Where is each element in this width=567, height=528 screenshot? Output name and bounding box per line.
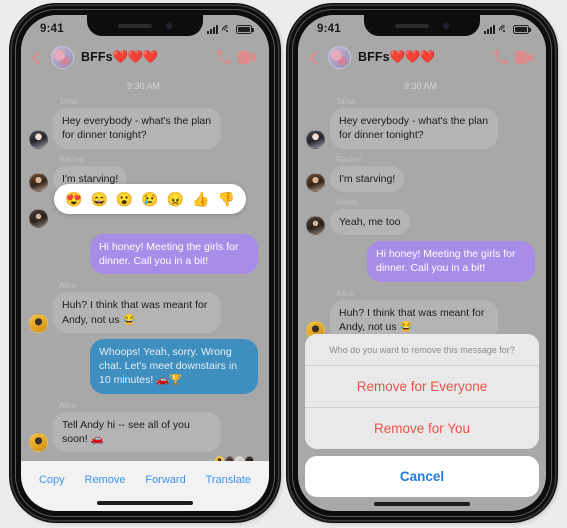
message-action-bar: Copy Remove Forward Translate <box>21 461 269 511</box>
remove-for-you-button[interactable]: Remove for You <box>305 407 539 449</box>
message-sender: Rachel <box>336 154 361 164</box>
remove-action-sheet: Who do you want to remove this message f… <box>298 334 546 511</box>
day-timestamp: 9:30 AM <box>403 81 438 91</box>
remove-for-everyone-button[interactable]: Remove for Everyone <box>305 365 539 407</box>
screen-right: 9:41 BFFs❤️❤️❤️ 9:30 AM Tanvi Hey everyb… <box>298 15 546 511</box>
message-list-left[interactable]: 9:30 AM Tanvi Hey everybody - what's the… <box>21 74 269 461</box>
avatar <box>306 216 325 236</box>
message-list-right[interactable]: 9:30 AM Tanvi Hey everybody - what's the… <box>298 74 546 511</box>
video-camera-icon[interactable] <box>238 50 256 65</box>
notch <box>87 15 203 36</box>
avatar <box>306 172 325 192</box>
laughing-reaction[interactable]: 😄 <box>90 192 107 206</box>
cellular-bars-icon <box>207 24 218 34</box>
avatar <box>29 313 48 333</box>
screen-left: 9:41 BFFs❤️❤️❤️ 9:30 AM Tanvi Hey everyb… <box>21 15 269 511</box>
translate-button[interactable]: Translate <box>204 470 253 490</box>
message-bubble[interactable]: Hey everybody - what's the plan for dinn… <box>53 108 221 149</box>
message-row[interactable]: I'm starving! <box>306 165 535 192</box>
forward-button[interactable]: Forward <box>143 470 187 490</box>
screenshot-stage: 9:41 BFFs❤️❤️❤️ 9:30 AM Tanvi Hey everyb… <box>0 0 567 528</box>
phone-right: 9:41 BFFs❤️❤️❤️ 9:30 AM Tanvi Hey everyb… <box>289 6 555 520</box>
message-row[interactable]: Tell Andy hi -- see all of you soon! 🚗 <box>29 411 258 453</box>
message-row[interactable]: Whoops! Yeah, sorry. Wrong chat. Let's m… <box>29 338 258 394</box>
chat-title-text: BFFs <box>358 50 390 64</box>
chat-title-hearts: ❤️❤️❤️ <box>389 50 436 64</box>
message-sender: Hailey <box>336 197 359 207</box>
copy-button[interactable]: Copy <box>37 470 67 490</box>
message-bubble[interactable]: I'm starving! <box>330 165 405 192</box>
message-bubble[interactable]: Yeah, me too <box>330 208 410 236</box>
back-chevron-icon[interactable] <box>307 51 321 65</box>
message-sender: Alice <box>59 281 77 291</box>
chat-title: BFFs❤️❤️❤️ <box>81 50 158 65</box>
notch <box>364 15 480 36</box>
avatar <box>29 172 48 192</box>
wifi-icon <box>219 22 235 38</box>
avatar <box>29 433 48 453</box>
sad-reaction[interactable]: 😢 <box>141 192 158 206</box>
message-row[interactable]: Hi honey! Meeting the girls for dinner. … <box>306 241 535 282</box>
video-camera-icon[interactable] <box>515 50 533 65</box>
action-sheet-title: Who do you want to remove this message f… <box>305 334 539 365</box>
thumbs-down-reaction[interactable]: 👎 <box>218 192 235 206</box>
thumbs-up-reaction[interactable]: 👍 <box>192 192 209 206</box>
group-avatar[interactable] <box>328 46 351 69</box>
message-sender: Alice <box>59 400 77 410</box>
message-sender: Tanvi <box>59 97 78 106</box>
phone-left: 9:41 BFFs❤️❤️❤️ 9:30 AM Tanvi Hey everyb… <box>12 6 278 520</box>
front-camera-icon <box>166 22 172 29</box>
message-row[interactable]: Hey everybody - what's the plan for dinn… <box>306 108 535 149</box>
reaction-picker[interactable]: 😍 😄 😮 😢 😠 👍 👎 <box>54 184 247 214</box>
message-sender: Rachel <box>59 154 84 164</box>
back-chevron-icon[interactable] <box>30 51 44 65</box>
avatar <box>29 208 48 228</box>
chat-header: BFFs❤️❤️❤️ <box>21 41 269 74</box>
message-row[interactable]: Hi honey! Meeting the girls for dinner. … <box>29 233 258 275</box>
message-sender: Tanvi <box>336 97 355 106</box>
wifi-icon <box>496 22 512 38</box>
message-sender: Alice <box>336 288 354 298</box>
status-icons <box>484 22 531 38</box>
battery-icon <box>513 25 531 34</box>
status-time: 9:41 <box>40 23 64 35</box>
heart-eyes-reaction[interactable]: 😍 <box>65 192 82 206</box>
message-bubble[interactable]: Tell Andy hi -- see all of you soon! 🚗 <box>53 411 221 453</box>
front-camera-icon <box>443 22 449 29</box>
message-bubble[interactable]: Hi honey! Meeting the girls for dinner. … <box>90 233 258 275</box>
status-icons <box>207 22 254 38</box>
cancel-button[interactable]: Cancel <box>305 456 539 497</box>
surprised-reaction[interactable]: 😮 <box>116 192 133 206</box>
phone-icon[interactable] <box>493 50 508 65</box>
home-indicator[interactable] <box>374 502 470 506</box>
chat-title-hearts: ❤️❤️❤️ <box>112 50 159 64</box>
battery-icon <box>236 25 254 34</box>
message-row[interactable]: Yeah, me too <box>306 208 535 236</box>
group-avatar[interactable] <box>51 46 74 69</box>
day-timestamp: 9:30 AM <box>126 81 161 91</box>
message-bubble[interactable]: Whoops! Yeah, sorry. Wrong chat. Let's m… <box>90 338 258 394</box>
message-bubble[interactable]: Huh? I think that was meant for Andy, no… <box>53 292 221 333</box>
message-row[interactable]: Hey everybody - what's the plan for dinn… <box>29 108 258 149</box>
home-indicator[interactable] <box>97 501 193 505</box>
message-row[interactable]: Huh? I think that was meant for Andy, no… <box>29 292 258 333</box>
earpiece-speaker <box>118 23 152 28</box>
angry-reaction[interactable]: 😠 <box>167 192 184 206</box>
status-time: 9:41 <box>317 23 341 35</box>
avatar <box>306 129 325 149</box>
phone-icon[interactable] <box>216 50 231 65</box>
avatar <box>29 129 48 149</box>
action-sheet-group: Who do you want to remove this message f… <box>305 334 539 449</box>
remove-button[interactable]: Remove <box>83 470 128 490</box>
chat-title-text: BFFs <box>81 50 113 64</box>
cellular-bars-icon <box>484 24 495 34</box>
earpiece-speaker <box>395 23 429 28</box>
chat-header: BFFs❤️❤️❤️ <box>298 41 546 74</box>
message-bubble[interactable]: Hey everybody - what's the plan for dinn… <box>330 108 498 149</box>
message-bubble[interactable]: Hi honey! Meeting the girls for dinner. … <box>367 241 535 282</box>
chat-title: BFFs❤️❤️❤️ <box>358 50 435 65</box>
